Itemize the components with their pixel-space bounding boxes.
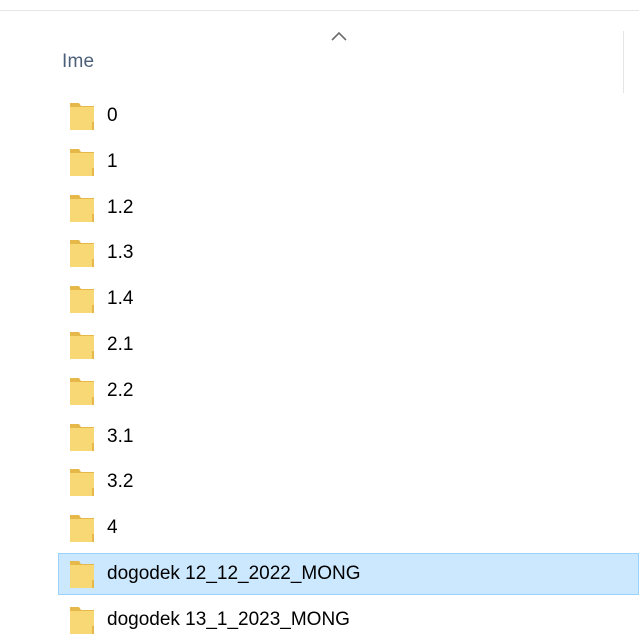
folder-icon	[70, 469, 94, 497]
folder-name: 1.2	[107, 196, 134, 218]
folder-name: dogodek 12_12_2022_MONG	[107, 562, 361, 584]
folder-icon	[70, 606, 94, 634]
folder-name: dogodek 13_1_2023_MONG	[107, 608, 350, 630]
folder-name: 1	[107, 150, 118, 172]
folder-row-5[interactable]: 2.1	[0, 324, 639, 370]
column-header-row: Ime	[0, 11, 639, 95]
folder-row-1[interactable]: 1	[0, 141, 639, 187]
folder-list: 0 1 1.2 1.3 1.4 2.1 2.2 3.1 3.2 4 dogode…	[0, 95, 639, 644]
folder-name: 4	[107, 517, 118, 539]
folder-icon	[70, 148, 94, 176]
folder-icon	[70, 423, 94, 451]
chevron-up-icon[interactable]	[330, 29, 348, 43]
folder-row-6[interactable]: 2.2	[0, 370, 639, 416]
folder-icon	[70, 240, 94, 268]
column-header-name[interactable]: Ime	[62, 51, 94, 73]
folder-icon	[70, 515, 94, 543]
folder-icon	[70, 103, 94, 130]
folder-icon	[70, 194, 94, 222]
folder-name: 2.2	[107, 379, 134, 401]
folder-name: 3.1	[107, 425, 134, 447]
folder-name: 1.4	[107, 288, 134, 310]
folder-icon	[70, 560, 94, 588]
folder-row-0[interactable]: 0	[0, 95, 639, 141]
folder-icon	[70, 331, 94, 359]
folder-row-3[interactable]: 1.3	[0, 232, 639, 278]
folder-row-2[interactable]: 1.2	[0, 187, 639, 233]
folder-row-8[interactable]: 3.2	[0, 461, 639, 507]
column-divider[interactable]	[623, 31, 624, 93]
folder-name: 2.1	[107, 333, 134, 355]
folder-row-10[interactable]: dogodek 12_12_2022_MONG	[0, 552, 639, 599]
folder-row-7[interactable]: 3.1	[0, 416, 639, 462]
folder-name: 0	[107, 105, 118, 126]
toolbar-edge	[0, 0, 639, 11]
folder-icon	[70, 377, 94, 405]
folder-icon	[70, 286, 94, 314]
folder-name: 3.2	[107, 471, 134, 493]
folder-row-4[interactable]: 1.4	[0, 278, 639, 324]
folder-name: 1.3	[107, 242, 134, 264]
file-explorer-view: Ime 0 1 1.2 1.3 1.4 2.1 2.2 3.1 3.2 4 do…	[0, 0, 639, 644]
folder-row-11[interactable]: dogodek 13_1_2023_MONG	[0, 599, 639, 644]
folder-row-9[interactable]: 4	[0, 507, 639, 553]
